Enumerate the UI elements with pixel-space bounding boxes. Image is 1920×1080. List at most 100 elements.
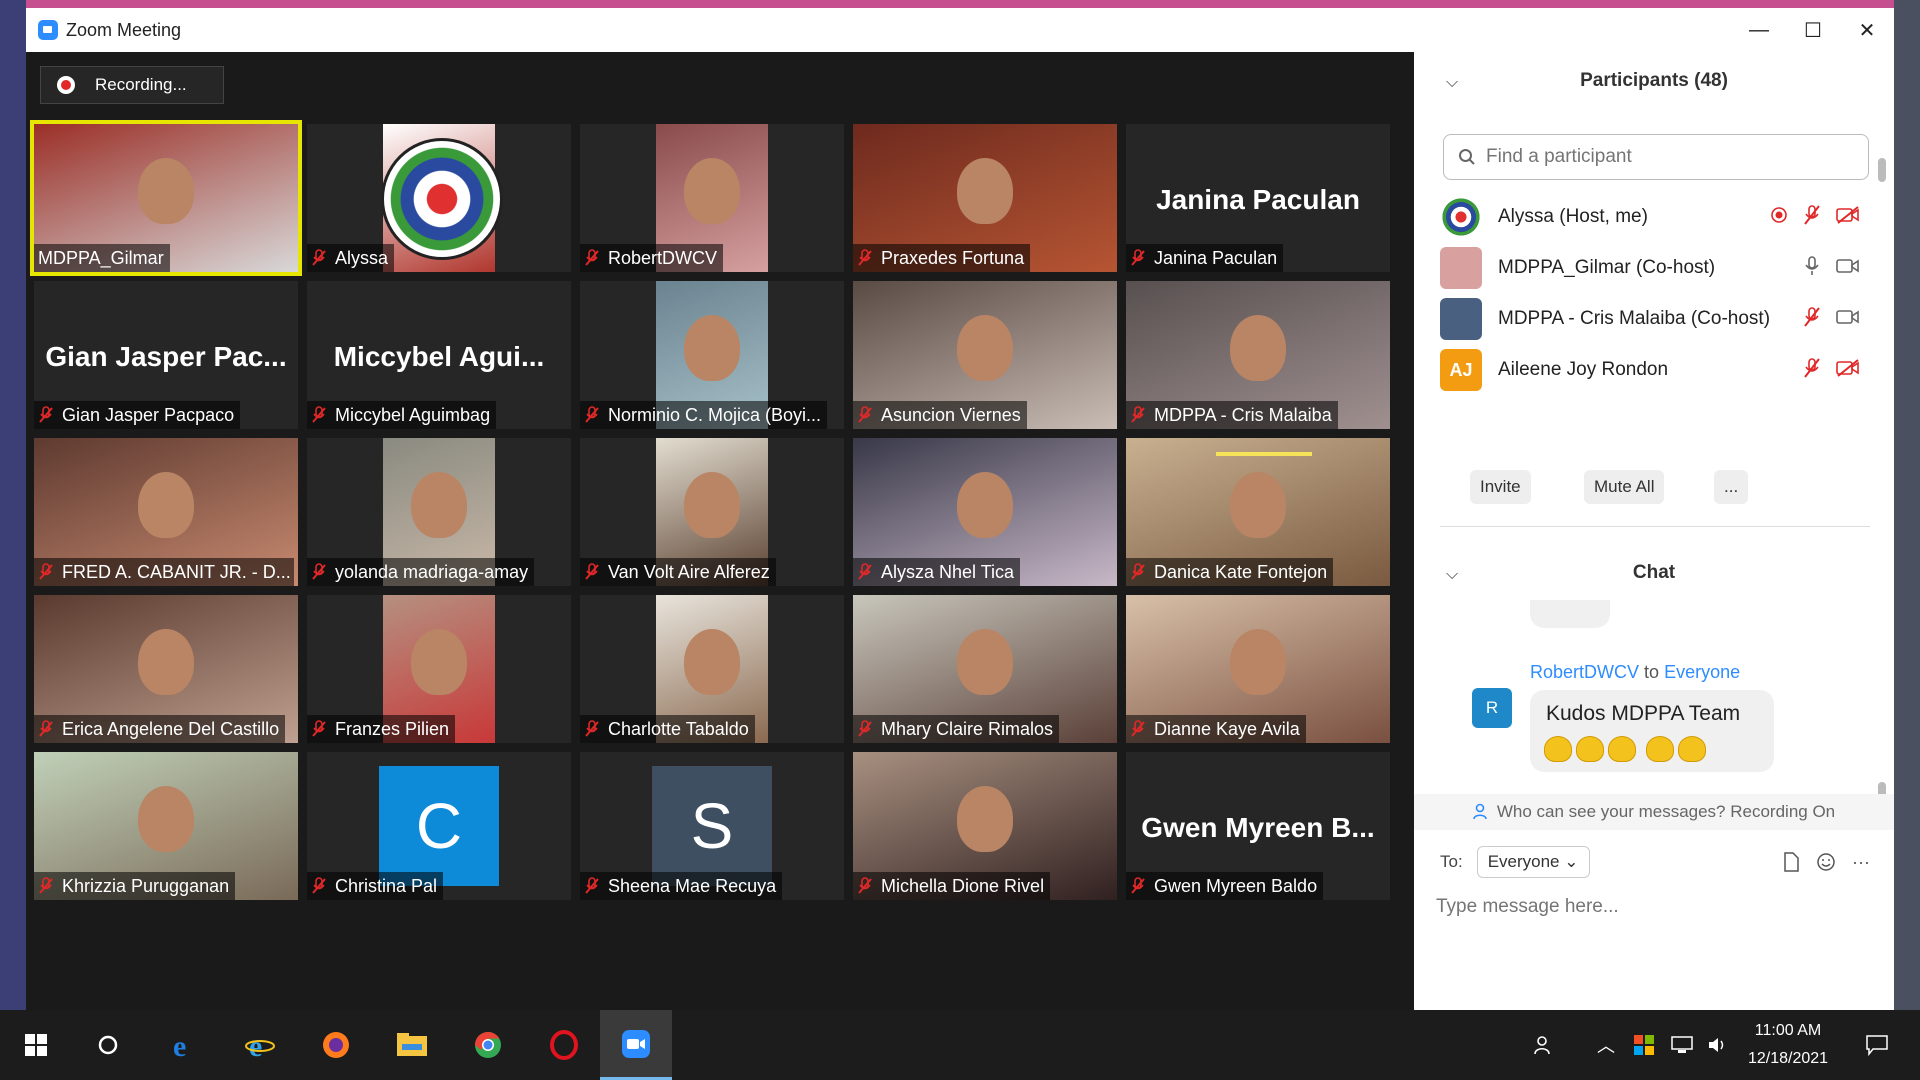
participant-row[interactable]: MDPPA - Cris Malaiba (Co-host) — [1440, 296, 1860, 342]
participant-name-label: Dianne Kaye Avila — [1126, 715, 1306, 743]
clock-date[interactable]: 12/18/2021 — [1738, 1050, 1838, 1068]
participant-name: Alyssa — [335, 247, 389, 268]
edge-app[interactable]: e — [152, 1010, 216, 1080]
participants-more-button[interactable]: ... — [1714, 470, 1749, 504]
ie-icon: e — [245, 1030, 275, 1060]
chrome-icon — [475, 1031, 501, 1058]
clock-time[interactable]: 11:00 AM — [1738, 1022, 1838, 1040]
chat-tools: ··· — [1782, 852, 1870, 873]
desktop-background — [0, 0, 26, 1010]
participant-search[interactable] — [1443, 134, 1869, 180]
mic-off-icon[interactable] — [1802, 204, 1822, 231]
chat-message-input[interactable] — [1434, 886, 1868, 928]
video-off-icon[interactable] — [1836, 358, 1860, 382]
participant-name: Norminio C. Mojica (Boyi... — [608, 404, 822, 425]
participant-search-input[interactable] — [1484, 145, 1848, 169]
volume-tray[interactable] — [1700, 1010, 1736, 1080]
firefox-app[interactable] — [304, 1010, 368, 1080]
gallery-view: Recording... MDPPA_Gilmar Alyssa RobertDWC… — [26, 52, 1414, 1010]
video-tile[interactable]: Erica Angelene Del Castillo — [34, 595, 298, 743]
mic-off-icon[interactable] — [1802, 357, 1822, 384]
video-tile[interactable]: Michella Dione Rivel — [853, 752, 1117, 900]
video-tile[interactable]: Khrizzia Purugganan — [34, 752, 298, 900]
video-tile[interactable]: Van Volt Aire Alferez — [580, 438, 844, 586]
invite-button[interactable]: Invite — [1470, 470, 1531, 504]
recipient-select[interactable]: Everyone ⌄ — [1476, 846, 1590, 878]
video-tile[interactable]: Dianne Kaye Avila — [1126, 595, 1390, 743]
close-button[interactable]: ✕ — [1842, 14, 1892, 46]
people-tray[interactable] — [1524, 1010, 1564, 1080]
minimize-button[interactable]: — — [1734, 14, 1784, 46]
video-tile[interactable]: Charlotte Tabaldo — [580, 595, 844, 743]
video-tile[interactable]: Mhary Claire Rimalos — [853, 595, 1117, 743]
video-off-icon[interactable] — [1836, 205, 1860, 229]
network-tray[interactable] — [1664, 1010, 1700, 1080]
participant-avatar — [1440, 298, 1482, 340]
recording-indicator-icon[interactable] — [1770, 206, 1788, 229]
participant-row[interactable]: Alyssa (Host, me) — [1440, 194, 1860, 240]
recording-indicator[interactable]: Recording... — [40, 66, 224, 104]
mic-on-icon[interactable] — [1802, 255, 1822, 282]
video-tile[interactable]: Gwen Myreen B... Gwen Myreen Baldo — [1126, 752, 1390, 900]
video-tile[interactable]: C Christina Pal — [307, 752, 571, 900]
tray-apps[interactable] — [1626, 1010, 1662, 1080]
chevron-up-icon: ︿ — [1597, 1036, 1615, 1056]
chat-more-icon[interactable]: ··· — [1852, 852, 1870, 873]
participant-status-icons — [1802, 306, 1860, 333]
zoom-taskbar-app[interactable] — [600, 1010, 672, 1080]
tray-expand[interactable]: ︿ — [1588, 1010, 1624, 1080]
video-tile[interactable]: yolanda madriaga-amay — [307, 438, 571, 586]
participant-name: Khrizzia Purugganan — [62, 875, 230, 896]
mic-off-icon — [39, 563, 53, 580]
video-tile[interactable]: Gian Jasper Pac... Gian Jasper Pacpaco — [34, 281, 298, 429]
participant-avatar: AJ — [1440, 349, 1482, 391]
taskbar: e e ︿ 11:00 AM 12/18/2021 — [0, 1010, 1920, 1080]
file-explorer-app[interactable] — [380, 1010, 444, 1080]
video-tile[interactable]: Praxedes Fortuna — [853, 124, 1117, 272]
participant-scrollbar[interactable] — [1878, 158, 1886, 182]
video-tile[interactable]: Norminio C. Mojica (Boyi... — [580, 281, 844, 429]
search-button[interactable] — [76, 1010, 140, 1080]
maximize-button[interactable]: ☐ — [1788, 14, 1838, 46]
video-tile[interactable]: Alyssa — [307, 124, 571, 272]
person-silhouette — [138, 629, 194, 695]
mic-off-icon[interactable] — [1802, 306, 1822, 333]
video-tile[interactable]: RobertDWCV — [580, 124, 844, 272]
video-tile[interactable]: Miccybel Agui... Miccybel Aguimbag — [307, 281, 571, 429]
opera-app[interactable] — [532, 1010, 596, 1080]
chrome-app[interactable] — [456, 1010, 520, 1080]
video-tile[interactable]: Franzes Pilien — [307, 595, 571, 743]
chat-to-word: to — [1644, 662, 1660, 682]
video-tile[interactable]: S Sheena Mae Recuya — [580, 752, 844, 900]
participant-avatar — [1440, 196, 1482, 238]
action-center[interactable] — [1852, 1010, 1902, 1080]
video-tile[interactable]: MDPPA - Cris Malaiba — [1126, 281, 1390, 429]
colored-app-icon — [1634, 1035, 1654, 1055]
video-tile[interactable]: Asuncion Viernes — [853, 281, 1117, 429]
video-tile[interactable]: Danica Kate Fontejon — [1126, 438, 1390, 586]
participant-name: Miccybel Aguimbag — [335, 404, 491, 425]
participant-name-label: Alysza Nhel Tica — [853, 558, 1021, 586]
chat-recipient[interactable]: Everyone — [1664, 662, 1740, 682]
search-icon — [1459, 149, 1475, 165]
chat-sender-name[interactable]: RobertDWCV — [1530, 662, 1639, 682]
participant-name: Dianne Kaye Avila — [1154, 718, 1300, 739]
person-silhouette — [957, 629, 1013, 695]
video-tile[interactable]: MDPPA_Gilmar — [30, 120, 302, 276]
video-tile[interactable]: Janina Paculan Janina Paculan — [1126, 124, 1390, 272]
video-tile[interactable]: Alysza Nhel Tica — [853, 438, 1117, 586]
participant-row[interactable]: MDPPA_Gilmar (Co-host) — [1440, 245, 1860, 291]
participant-row-name: Alyssa (Host, me) — [1498, 206, 1648, 227]
mic-off-icon — [1131, 249, 1145, 266]
emoji-icon[interactable] — [1816, 852, 1836, 872]
mute-all-button[interactable]: Mute All — [1584, 470, 1665, 504]
clapping-hands-icon — [1544, 736, 1572, 762]
who-can-see-notice[interactable]: Who can see your messages? Recording On — [1414, 794, 1894, 830]
file-icon[interactable] — [1782, 852, 1800, 872]
video-tile[interactable]: FRED A. CABANIT JR. - D... — [34, 438, 298, 586]
video-on-icon[interactable] — [1836, 308, 1860, 331]
start-button[interactable] — [4, 1010, 68, 1080]
participant-row[interactable]: AJ Aileene Joy Rondon — [1440, 347, 1860, 393]
internet-explorer-app[interactable]: e — [228, 1010, 292, 1080]
video-on-icon[interactable] — [1836, 257, 1860, 280]
